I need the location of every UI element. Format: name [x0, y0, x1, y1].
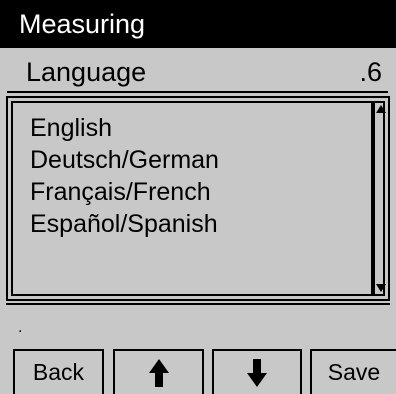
save-button[interactable]: Save [310, 349, 396, 394]
language-listbox[interactable]: English Deutsch/German Français/French E… [6, 96, 390, 301]
status-text: . [18, 319, 23, 336]
move-down-button[interactable] [212, 349, 302, 394]
divider [6, 303, 390, 305]
title-bar: Measuring [0, 0, 396, 48]
scroll-down-icon[interactable] [376, 284, 386, 292]
setting-code: .6 [359, 57, 382, 87]
list-scrollbar[interactable] [373, 101, 386, 296]
back-button[interactable]: Back [13, 349, 104, 394]
language-option-spanish[interactable]: Español/Spanish [30, 209, 218, 239]
page-title: Measuring [19, 9, 146, 39]
language-option-german[interactable]: Deutsch/German [30, 145, 219, 175]
language-list: English Deutsch/German Français/French E… [11, 101, 373, 296]
scroll-up-icon[interactable] [376, 105, 386, 113]
arrow-up-icon [148, 358, 169, 387]
setting-header: Language .6 [7, 52, 388, 93]
move-up-button[interactable] [113, 349, 204, 394]
setting-label: Language [26, 57, 147, 87]
arrow-down-icon [247, 358, 267, 387]
language-option-french[interactable]: Français/French [30, 177, 211, 207]
language-option-english[interactable]: English [30, 113, 112, 143]
